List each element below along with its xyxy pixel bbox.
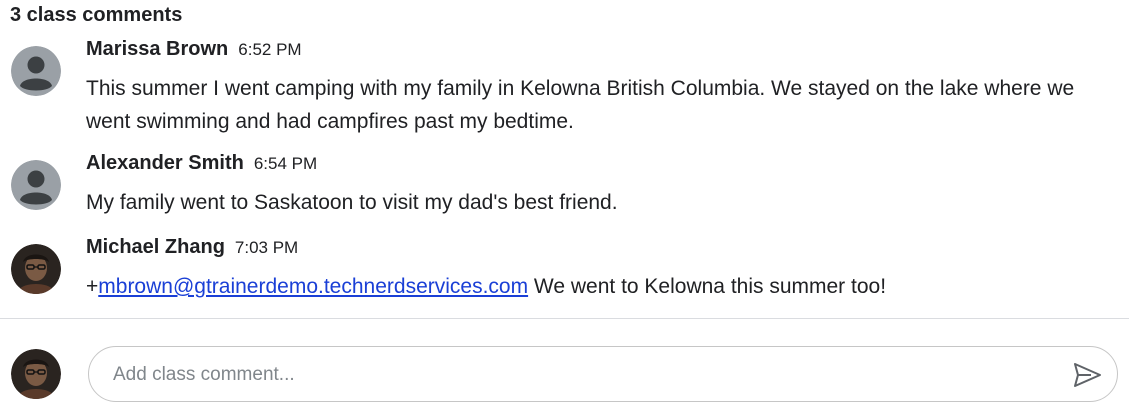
divider xyxy=(0,318,1129,319)
comment-text: This summer I went camping with my famil… xyxy=(86,77,1075,133)
user-photo-avatar-icon[interactable] xyxy=(11,244,61,294)
comment-time: 7:03 PM xyxy=(234,238,299,257)
comment-author: Michael Zhang xyxy=(86,236,225,258)
comment-time: 6:54 PM xyxy=(253,154,318,173)
comment-body: We went to Kelowna this summer too! xyxy=(528,275,887,298)
current-user-avatar-icon xyxy=(11,349,61,399)
add-comment-input[interactable] xyxy=(111,357,1045,393)
default-avatar-icon[interactable] xyxy=(11,160,61,210)
comments-count-heading: 3 class comments xyxy=(10,4,183,26)
comment-time: 6:52 PM xyxy=(238,40,302,59)
mention-link[interactable]: mbrown@gtrainerdemo.technerdservices.com xyxy=(98,275,528,298)
default-avatar-icon[interactable] xyxy=(11,46,61,96)
comment-text: My family went to Saskatoon to visit my … xyxy=(86,191,618,214)
comment-author: Alexander Smith xyxy=(86,152,244,174)
comment-composer xyxy=(88,346,1118,402)
send-icon[interactable] xyxy=(1071,359,1103,391)
comment-author: Marissa Brown xyxy=(86,38,229,60)
mention-prefix: + xyxy=(86,275,99,298)
comment-text: +mbrown@gtrainerdemo.technerdservices.co… xyxy=(86,270,1116,303)
comment-header: Michael Zhang 7:03 PM xyxy=(86,236,298,259)
comment-header: Alexander Smith 6:54 PM xyxy=(86,152,317,175)
comment-header: Marissa Brown 6:52 PM xyxy=(86,38,302,61)
class-comments-panel: 3 class comments Marissa Brown 6:52 PM Th… xyxy=(0,0,1129,420)
